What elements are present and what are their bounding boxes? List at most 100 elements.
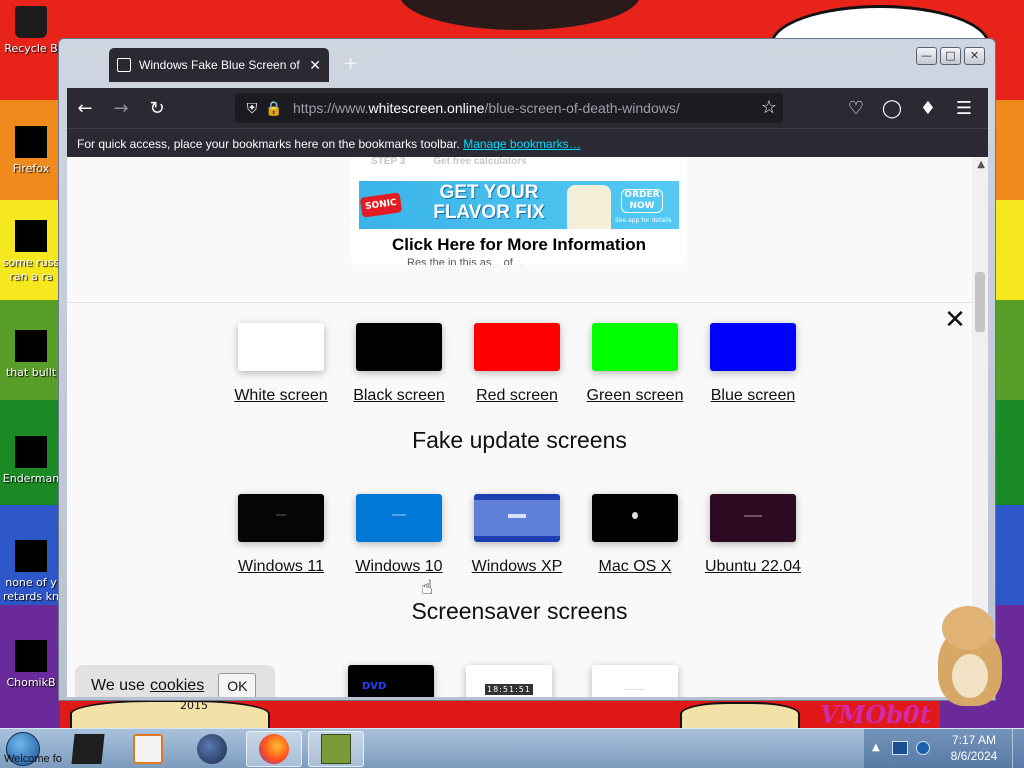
- white-swatch[interactable]: [238, 323, 324, 371]
- desktop-icon-none-of-y[interactable]: none of y retards kn: [0, 540, 62, 604]
- tile-label[interactable]: Red screen: [455, 387, 579, 405]
- desktop-icon-russian[interactable]: some russ ran a ra: [0, 220, 62, 284]
- hamster-head: [942, 606, 994, 650]
- ad-fine-print: See app for details: [615, 217, 672, 224]
- firefox-icon: [259, 734, 289, 764]
- ad-cta[interactable]: Click Here for More Information: [351, 235, 687, 255]
- blue-swatch[interactable]: [710, 323, 796, 371]
- tracking-shield-icon[interactable]: ⛨: [241, 100, 263, 117]
- maximize-button[interactable]: □: [940, 47, 961, 65]
- tile-dvd-screensaver[interactable]: [329, 665, 453, 697]
- tile-green-screen[interactable]: Green screen: [573, 323, 697, 405]
- new-tab-button[interactable]: +: [343, 53, 358, 74]
- tile-blue-screen[interactable]: Blue screen: [691, 323, 815, 405]
- taskbar-item-box[interactable]: [308, 731, 364, 767]
- mac-os-x-preview[interactable]: [592, 494, 678, 542]
- advertisement[interactable]: STEP 3 Get free calculators SONIC GET YOU…: [351, 157, 687, 265]
- taskbar-item-globe[interactable]: [184, 731, 240, 767]
- forward-button[interactable]: →: [103, 93, 139, 123]
- cookies-link[interactable]: cookies: [150, 677, 204, 695]
- windows-10-preview[interactable]: [356, 494, 442, 542]
- tray-expand-icon[interactable]: ▲: [872, 742, 880, 753]
- tab-close-icon[interactable]: ✕: [309, 57, 321, 74]
- desktop-icon-label: Firefox: [12, 162, 50, 175]
- network-icon[interactable]: [892, 741, 908, 755]
- tile-black-screen[interactable]: Black screen: [337, 323, 461, 405]
- taskbar-item-app1[interactable]: [60, 731, 116, 767]
- dvd-preview[interactable]: [348, 665, 434, 697]
- sonic-logo: SONIC: [359, 192, 403, 218]
- tile-label[interactable]: Windows 10: [337, 558, 461, 576]
- tile-quote-screensaver[interactable]: —————: [573, 665, 697, 697]
- tile-ubuntu[interactable]: Ubuntu 22.04: [691, 494, 815, 576]
- ad-faded-text: Get free calculators: [433, 157, 527, 167]
- desktop-icon-bullt[interactable]: that bullt: [0, 330, 62, 380]
- tile-mac-os-x[interactable]: Mac OS X: [573, 494, 697, 576]
- cookie-ok-button[interactable]: OK: [218, 673, 257, 697]
- ubuntu-preview[interactable]: [710, 494, 796, 542]
- dark-box-icon: [71, 734, 105, 764]
- windows-xp-preview[interactable]: [474, 494, 560, 542]
- ad-order-button[interactable]: ORDER NOW: [621, 189, 663, 213]
- red-swatch[interactable]: [474, 323, 560, 371]
- ad-faded-header: STEP 3 Get free calculators: [371, 157, 555, 168]
- clock[interactable]: 7:17 AM 8/6/2024: [942, 732, 1006, 764]
- tile-label[interactable]: White screen: [219, 387, 343, 405]
- cookie-banner: We use cookies OK: [75, 665, 275, 697]
- desktop-icon-recycle-bin[interactable]: Recycle B: [0, 6, 62, 56]
- tile-label[interactable]: Blue screen: [691, 387, 815, 405]
- wallpaper-watermark: VMOb0t: [820, 700, 931, 729]
- black-swatch[interactable]: [356, 323, 442, 371]
- tile-label[interactable]: Windows 11: [219, 558, 343, 576]
- windows-11-preview[interactable]: [238, 494, 324, 542]
- address-bar[interactable]: ⛨ 🔒 https://www.whitescreen.online/blue-…: [235, 93, 783, 123]
- manage-bookmarks-link[interactable]: Manage bookmarks…: [463, 137, 580, 151]
- tile-label[interactable]: Green screen: [573, 387, 697, 405]
- account-icon[interactable]: ◯: [874, 93, 910, 123]
- bookmark-star-icon[interactable]: ☆: [761, 97, 777, 118]
- extensions-icon[interactable]: ♦: [910, 93, 946, 123]
- back-button[interactable]: ←: [67, 93, 103, 123]
- url-domain: whitescreen.online: [368, 100, 485, 116]
- clock-date: 8/6/2024: [950, 749, 998, 763]
- tile-red-screen[interactable]: Red screen: [455, 323, 579, 405]
- scroll-up-icon[interactable]: ▲: [977, 159, 985, 170]
- menu-icon[interactable]: ☰: [946, 93, 982, 123]
- url-text: https://www.whitescreen.online/blue-scre…: [293, 100, 680, 116]
- ad-banner[interactable]: SONIC GET YOUR FLAVOR FIX ORDER NOW See …: [359, 181, 679, 229]
- tab-active[interactable]: Windows Fake Blue Screen of D ✕: [109, 48, 329, 82]
- close-window-button[interactable]: ✕: [964, 47, 985, 65]
- taskbar-item-media[interactable]: [120, 731, 176, 767]
- tile-windows-10[interactable]: Windows 10: [337, 494, 461, 576]
- minimize-button[interactable]: —: [916, 47, 937, 65]
- tile-label[interactable]: Black screen: [337, 387, 461, 405]
- tile-clock-screensaver[interactable]: 18:51:51: [447, 665, 571, 697]
- show-desktop-button[interactable]: [1012, 729, 1024, 768]
- file-icon: [15, 436, 47, 468]
- taskbar-item-firefox[interactable]: [246, 731, 302, 767]
- reload-button[interactable]: ↻: [139, 93, 175, 123]
- desktop-icon-chomik[interactable]: ChomikB: [0, 640, 62, 690]
- tile-label[interactable]: Mac OS X: [573, 558, 697, 576]
- tile-label[interactable]: Ubuntu 22.04: [691, 558, 815, 576]
- desktop-icon-firefox[interactable]: Firefox: [0, 126, 62, 176]
- file-icon: [15, 220, 47, 252]
- url-prefix: https://www.: [293, 100, 369, 116]
- quote-preview[interactable]: —————: [592, 665, 678, 697]
- tile-windows-xp[interactable]: Windows XP: [455, 494, 579, 576]
- green-swatch[interactable]: [592, 323, 678, 371]
- scroll-thumb[interactable]: [975, 272, 985, 332]
- close-ad-button[interactable]: ✕: [941, 307, 969, 335]
- volume-icon[interactable]: [916, 741, 930, 755]
- tile-white-screen[interactable]: White screen: [219, 323, 343, 405]
- file-icon: [15, 330, 47, 362]
- desktop-icon-label-line2: retards kn: [3, 590, 59, 603]
- clock-preview[interactable]: 18:51:51: [466, 665, 552, 697]
- desktop-icon-label: some russ: [2, 256, 60, 269]
- pocket-icon[interactable]: ♡: [838, 93, 874, 123]
- ad-drink-image: [567, 185, 611, 229]
- tile-label[interactable]: Windows XP: [455, 558, 579, 576]
- desktop-icon-enderman[interactable]: Enderman: [0, 436, 62, 486]
- tile-windows-11[interactable]: Windows 11: [219, 494, 343, 576]
- lock-icon[interactable]: 🔒: [263, 100, 285, 117]
